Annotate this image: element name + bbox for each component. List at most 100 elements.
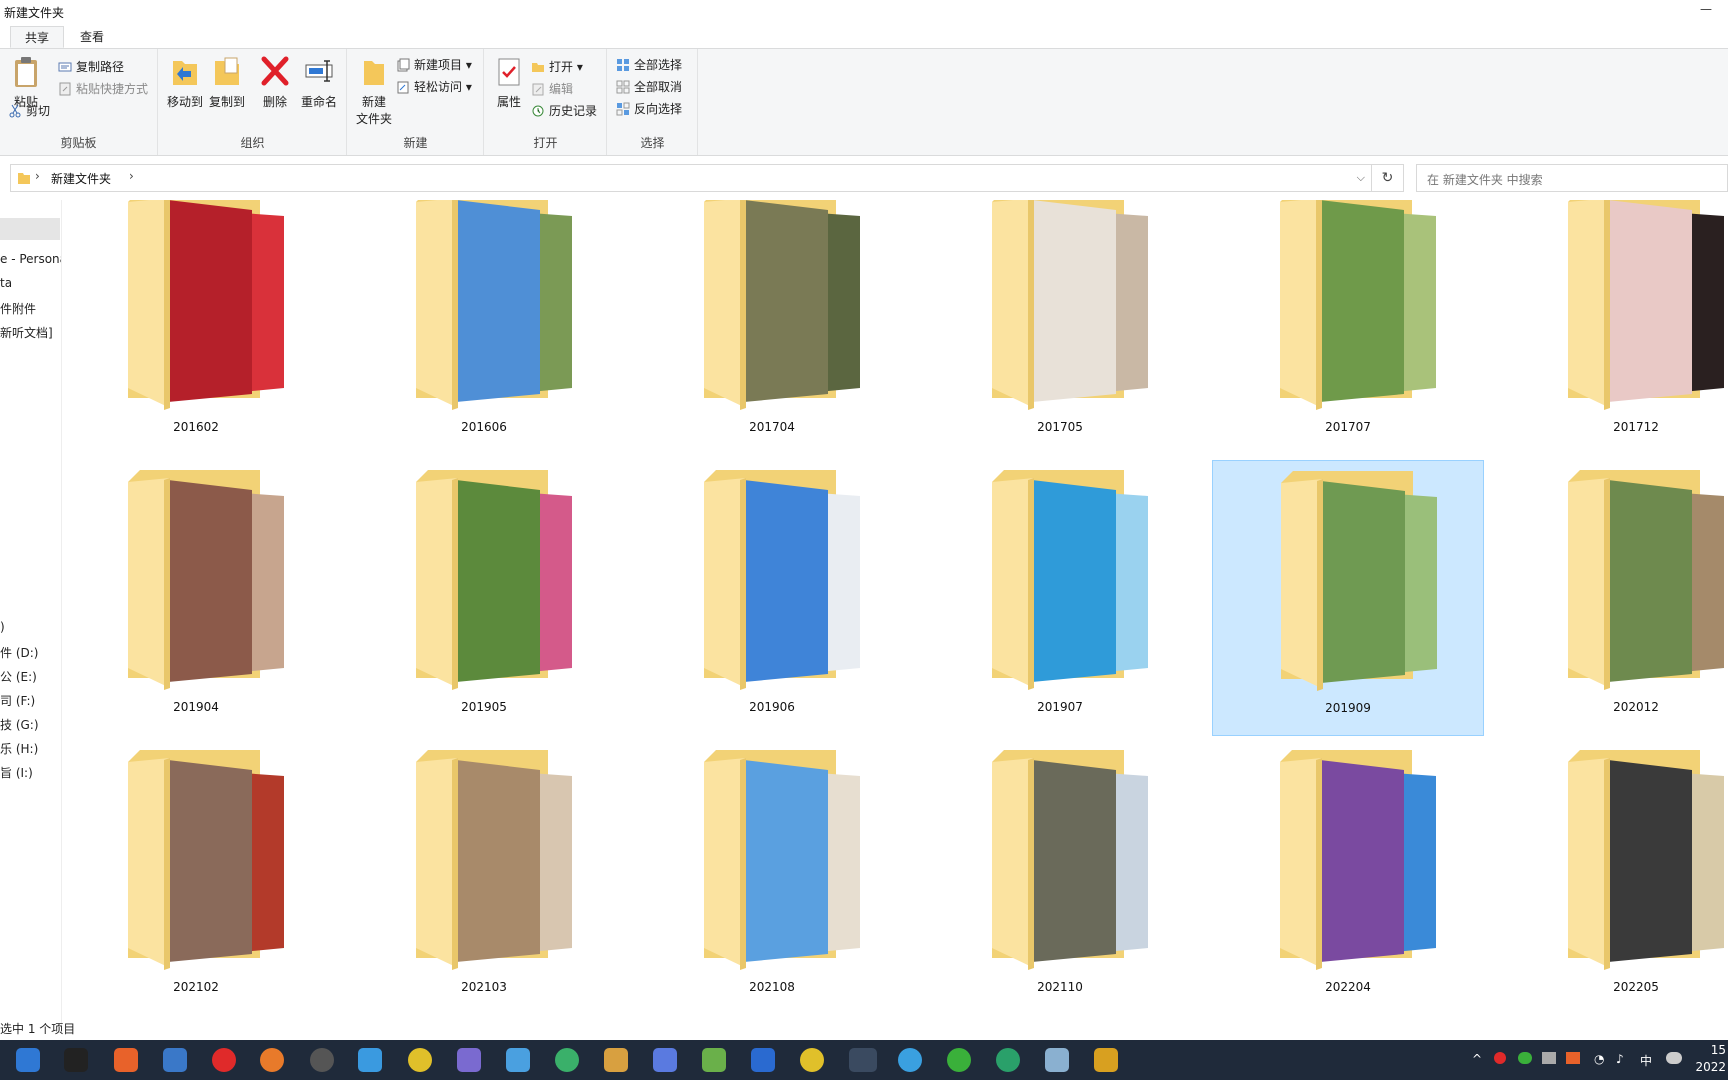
folder-item[interactable]: 201712 — [1500, 200, 1728, 456]
new-folder-button[interactable]: 新建 文件夹 — [352, 55, 396, 127]
network-app-icon[interactable] — [653, 1048, 677, 1072]
folder-item[interactable]: 202103 — [348, 740, 620, 1016]
address-bar[interactable]: › 新建文件夹 › ⌵ — [10, 164, 1372, 192]
photo-folder-icon — [1280, 750, 1436, 970]
nav-item-drive-d[interactable]: 件 (D:) — [0, 644, 38, 661]
minimize-icon[interactable]: — — [1700, 2, 1712, 16]
send-app-icon[interactable] — [702, 1048, 726, 1072]
refresh-button[interactable]: ↻ — [1372, 164, 1404, 192]
select-all-button[interactable]: 全部选择 — [616, 55, 682, 75]
notes-app-icon[interactable] — [1045, 1048, 1069, 1072]
new-item-button[interactable]: 新建项目 ▾ — [396, 55, 472, 75]
breadcrumb-current[interactable]: 新建文件夹 — [51, 170, 111, 187]
folder-item[interactable]: 201602 — [64, 200, 332, 456]
invert-selection-button[interactable]: 反向选择 — [616, 99, 682, 119]
nav-item-drive-i[interactable]: 旨 (I:) — [0, 764, 33, 781]
copy-path-button[interactable]: 复制路径 — [58, 57, 124, 77]
package-app-icon[interactable] — [604, 1048, 628, 1072]
folder-item[interactable]: 201606 — [348, 200, 620, 456]
mail-app-icon[interactable] — [506, 1048, 530, 1072]
open-button[interactable]: 打开 ▾ — [531, 57, 583, 77]
paste-shortcut-button[interactable]: 粘贴快捷方式 — [58, 79, 148, 99]
start-icon[interactable] — [16, 1048, 40, 1072]
tray-expand-icon[interactable]: ^ — [1472, 1052, 1482, 1066]
status-bar: 选中 1 个项目 — [0, 1022, 76, 1036]
tab-share[interactable]: 共享 — [10, 26, 65, 48]
folder-item[interactable]: 201704 — [636, 200, 908, 456]
wechat-icon[interactable] — [947, 1048, 971, 1072]
tab-view[interactable]: 查看 — [66, 26, 118, 48]
history-button[interactable]: 历史记录 — [531, 101, 597, 121]
nav-item-drive-f[interactable]: 司 (F:) — [0, 692, 35, 709]
nav-item[interactable]: 件附件 — [0, 300, 36, 317]
copy-to-button[interactable]: 复制到 — [205, 55, 249, 110]
translate-app-icon[interactable] — [358, 1048, 382, 1072]
rename-button[interactable]: 重命名 — [297, 55, 341, 110]
folder-name: 201905 — [461, 700, 507, 714]
u-app-icon[interactable] — [996, 1048, 1020, 1072]
folder-item[interactable]: 201909 — [1212, 460, 1484, 736]
tray-ime-icon[interactable] — [1666, 1052, 1682, 1064]
search-input[interactable]: 在 新建文件夹 中搜索 — [1416, 164, 1728, 192]
file-explorer-taskbar-icon[interactable] — [849, 1048, 877, 1072]
nav-item[interactable]: ) — [0, 620, 5, 634]
tray-app-icon[interactable] — [1566, 1052, 1580, 1064]
move-to-button[interactable]: 移动到 — [163, 55, 207, 110]
folder-item[interactable]: 201705 — [924, 200, 1196, 456]
archive-app-icon[interactable] — [1094, 1048, 1118, 1072]
nav-item[interactable]: 新听文档] — [0, 324, 53, 341]
photo-folder-icon — [704, 470, 860, 690]
breadcrumb-chevron-icon[interactable]: › — [35, 169, 40, 183]
select-none-button[interactable]: 全部取消 — [616, 77, 682, 97]
easy-access-button[interactable]: 轻松访问 ▾ — [396, 77, 472, 97]
properties-button[interactable]: 属性 — [487, 55, 531, 110]
camera-app-icon[interactable] — [310, 1048, 334, 1072]
window-title: 新建文件夹 — [4, 6, 65, 20]
new-item-label: 新建项目 — [414, 58, 463, 72]
cut-button[interactable]: 剪切 — [8, 101, 50, 121]
folder-item[interactable]: 201907 — [924, 460, 1196, 736]
app-orange-icon[interactable] — [114, 1048, 138, 1072]
printer-app-icon[interactable] — [163, 1048, 187, 1072]
record-icon[interactable] — [212, 1048, 236, 1072]
folder-item[interactable]: 201905 — [348, 460, 620, 736]
folder-name: 201906 — [749, 700, 795, 714]
folder-item[interactable]: 202204 — [1212, 740, 1484, 1016]
tray-pen-icon[interactable] — [1542, 1052, 1556, 1064]
nav-item-drive-e[interactable]: 公 (E:) — [0, 668, 37, 685]
browser-icon[interactable] — [898, 1048, 922, 1072]
folder-item[interactable]: 202102 — [64, 740, 332, 1016]
tray-wechat-icon[interactable] — [1518, 1052, 1532, 1064]
new-folder-icon — [364, 61, 384, 85]
tray-record-icon[interactable] — [1494, 1052, 1506, 1064]
clock[interactable]: 15 2022 — [1695, 1042, 1726, 1076]
folder-item[interactable]: 201906 — [636, 460, 908, 736]
nav-selected-item[interactable] — [0, 218, 60, 240]
volume-icon[interactable]: ♪ — [1616, 1052, 1624, 1066]
edit-button[interactable]: 编辑 — [531, 79, 573, 99]
nav-item-drive-g[interactable]: 技 (G:) — [0, 716, 39, 733]
wifi-icon[interactable]: ◔ — [1594, 1052, 1604, 1066]
rename-label: 重命名 — [300, 95, 337, 109]
panda-app-icon[interactable] — [555, 1048, 579, 1072]
folder-item[interactable]: 202205 — [1500, 740, 1728, 1016]
folder-item[interactable]: 201904 — [64, 460, 332, 736]
nav-item-drive-h[interactable]: 乐 (H:) — [0, 740, 38, 757]
chrome-icon[interactable] — [408, 1048, 432, 1072]
yellow-app-icon[interactable] — [800, 1048, 824, 1072]
folder-item[interactable]: 202012 — [1500, 460, 1728, 736]
chevron-down-icon[interactable]: ⌵ — [1357, 171, 1365, 185]
breadcrumb-chevron-icon[interactable]: › — [129, 169, 134, 183]
folder-item[interactable]: 202110 — [924, 740, 1196, 1016]
folder-item[interactable]: 201707 — [1212, 200, 1484, 456]
s-app-icon[interactable] — [751, 1048, 775, 1072]
search-app-icon[interactable] — [260, 1048, 284, 1072]
ribbon: 粘贴 复制路径 粘贴快捷方式 剪切 剪贴板 移动到 复制到 删除 重命名 组织 … — [0, 48, 1728, 156]
nav-item[interactable]: ta — [0, 276, 12, 290]
delete-button[interactable]: 删除 — [253, 55, 297, 110]
ime-indicator[interactable]: 中 — [1640, 1052, 1652, 1069]
nav-item[interactable]: e - Persona — [0, 252, 61, 266]
lock-app-icon[interactable] — [457, 1048, 481, 1072]
app-k-icon[interactable] — [64, 1048, 88, 1072]
folder-item[interactable]: 202108 — [636, 740, 908, 1016]
